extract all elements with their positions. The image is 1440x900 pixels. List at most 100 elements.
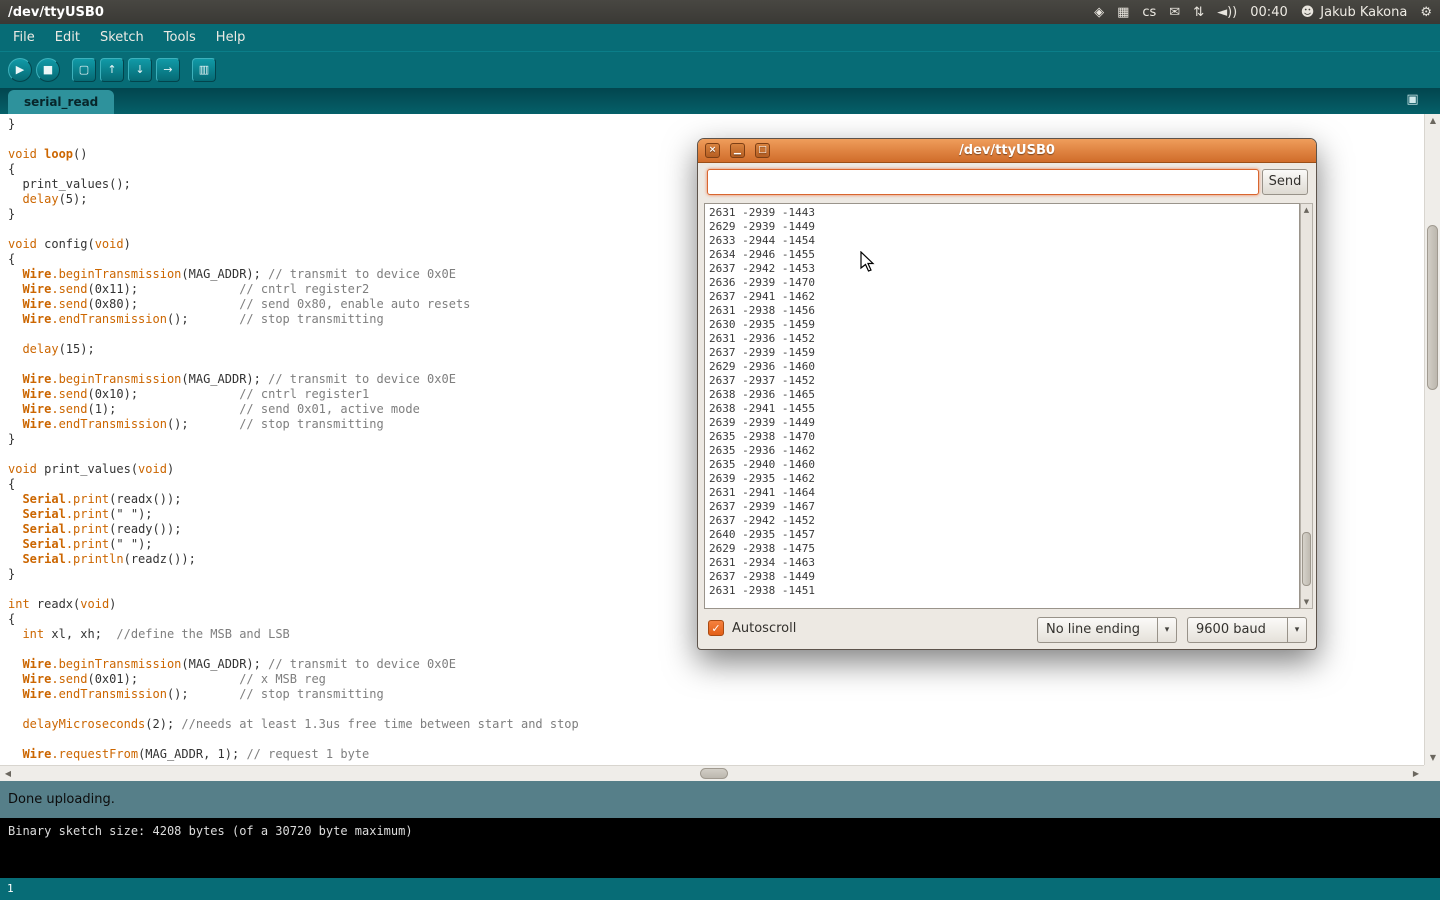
line-indicator-strip: 1: [0, 878, 1440, 900]
code-line[interactable]: Wire.endTransmission(); // stop transmit…: [8, 687, 1424, 702]
save-sketch-button[interactable]: ↓: [128, 58, 152, 82]
code-line[interactable]: [8, 732, 1424, 747]
code-line[interactable]: delayMicroseconds(2); //needs at least 1…: [8, 717, 1424, 732]
code-line[interactable]: [8, 702, 1424, 717]
serial-output-line: 2631 -2938 -1456: [709, 304, 1295, 318]
serial-output-line: 2635 -2938 -1470: [709, 430, 1295, 444]
code-line[interactable]: Wire.beginTransmission(MAG_ADDR); // tra…: [8, 657, 1424, 672]
menu-item-edit[interactable]: Edit: [46, 26, 89, 49]
close-icon[interactable]: ×: [705, 143, 720, 158]
serial-output-line: 2634 -2946 -1455: [709, 248, 1295, 262]
gear-icon[interactable]: ⚙: [1420, 5, 1432, 20]
serial-output-line: 2636 -2939 -1470: [709, 276, 1295, 290]
scroll-up-icon[interactable]: ▲: [1425, 114, 1440, 128]
serial-output-line: 2637 -2939 -1459: [709, 346, 1295, 360]
serial-send-input[interactable]: [707, 169, 1259, 195]
serial-output-line: 2639 -2939 -1449: [709, 416, 1295, 430]
toolbar: ▶■ ▢↑↓→ ▥: [0, 51, 1440, 88]
autoscroll-checkbox[interactable]: ✓: [708, 620, 724, 636]
user-menu[interactable]: Jakub Kakona: [1320, 5, 1407, 20]
serial-output-line: 2629 -2939 -1449: [709, 220, 1295, 234]
chevron-down-icon[interactable]: ▾: [1287, 617, 1307, 643]
tab-menu-icon[interactable]: ▣: [1403, 91, 1422, 110]
horizontal-scroll-thumb[interactable]: [700, 768, 728, 779]
maximize-icon[interactable]: □: [755, 143, 770, 158]
console-text: Binary sketch size: 4208 bytes (of a 307…: [8, 824, 413, 838]
volume-icon[interactable]: ◄)): [1217, 5, 1237, 20]
serial-monitor-title: /dev/ttyUSB0: [959, 143, 1055, 158]
baud-rate-value[interactable]: 9600 baud: [1187, 617, 1287, 643]
serial-output-line: 2631 -2938 -1451: [709, 584, 1295, 598]
indicator-icon[interactable]: ◈: [1094, 5, 1104, 20]
minimize-icon[interactable]: ▁: [730, 143, 745, 158]
editor-vertical-scrollbar[interactable]: ▲ ▼: [1424, 114, 1440, 765]
screen: /dev/ttyUSB0 ◈ ▦ cs ✉ ⇅ ◄)) 00:40 ☻ Jaku…: [0, 0, 1440, 900]
baud-rate-select[interactable]: 9600 baud ▾: [1187, 617, 1307, 643]
scroll-down-icon[interactable]: ▼: [1301, 596, 1312, 608]
menu-item-help[interactable]: Help: [207, 26, 255, 49]
serial-output-line: 2640 -2935 -1457: [709, 528, 1295, 542]
upload-button[interactable]: →: [156, 58, 180, 82]
verify-button[interactable]: ▶: [8, 58, 32, 82]
scroll-left-icon[interactable]: ◀: [0, 766, 16, 781]
stop-button[interactable]: ■: [36, 58, 60, 82]
serial-output-line: 2631 -2939 -1443: [709, 206, 1295, 220]
focused-window-title: /dev/ttyUSB0: [8, 5, 104, 20]
status-message: Done uploading.: [8, 792, 115, 807]
new-sketch-button[interactable]: ▢: [72, 58, 96, 82]
tab-serial-read[interactable]: serial_read: [8, 90, 114, 114]
mouse-cursor: [860, 251, 876, 273]
serial-output-line: 2631 -2936 -1452: [709, 332, 1295, 346]
menu-bar: FileEditSketchToolsHelp: [0, 24, 1440, 51]
mail-icon[interactable]: ✉: [1169, 5, 1180, 20]
line-ending-value[interactable]: No line ending: [1037, 617, 1157, 643]
serial-monitor-body: Send 2631 -2939 -14432629 -2939 -1449263…: [698, 163, 1316, 649]
scrollbar-corner: [1424, 765, 1440, 781]
serial-output-line: 2637 -2942 -1453: [709, 262, 1295, 276]
serial-monitor-titlebar[interactable]: × ▁ □ /dev/ttyUSB0: [698, 139, 1316, 163]
serial-output: 2631 -2939 -14432629 -2939 -14492633 -29…: [704, 203, 1300, 609]
serial-output-line: 2637 -2939 -1467: [709, 500, 1295, 514]
menu-item-file[interactable]: File: [4, 26, 44, 49]
open-sketch-button[interactable]: ↑: [100, 58, 124, 82]
tab-bar: serial_read ▣: [0, 88, 1440, 114]
serial-output-line: 2631 -2934 -1463: [709, 556, 1295, 570]
autoscroll-label: Autoscroll: [732, 621, 796, 636]
code-line[interactable]: Wire.send(0x01); // x MSB reg: [8, 672, 1424, 687]
serial-output-line: 2629 -2938 -1475: [709, 542, 1295, 556]
current-line-number: 1: [7, 882, 14, 895]
scroll-up-icon[interactable]: ▲: [1301, 204, 1312, 216]
menu-item-tools[interactable]: Tools: [155, 26, 205, 49]
code-line[interactable]: Wire.requestFrom(MAG_ADDR, 1); // reques…: [8, 747, 1424, 762]
serial-output-line: 2637 -2937 -1452: [709, 374, 1295, 388]
clock[interactable]: 00:40: [1250, 5, 1287, 20]
status-bar: Done uploading.: [0, 781, 1440, 818]
line-ending-select[interactable]: No line ending ▾: [1037, 617, 1177, 643]
serial-output-line: 2637 -2942 -1452: [709, 514, 1295, 528]
serial-output-line: 2637 -2938 -1449: [709, 570, 1295, 584]
serial-output-line: 2637 -2941 -1462: [709, 290, 1295, 304]
editor-horizontal-scrollbar[interactable]: ◀ ▶: [0, 765, 1424, 781]
serial-output-scrollbar[interactable]: ▲ ▼: [1300, 203, 1313, 609]
serial-output-line: 2638 -2936 -1465: [709, 388, 1295, 402]
serial-output-line: 2635 -2940 -1460: [709, 458, 1295, 472]
send-button[interactable]: Send: [1262, 169, 1308, 195]
chevron-down-icon[interactable]: ▾: [1157, 617, 1177, 643]
user-icon: ☻: [1301, 5, 1315, 20]
serial-output-line: 2629 -2936 -1460: [709, 360, 1295, 374]
vertical-scroll-thumb[interactable]: [1427, 225, 1438, 390]
serial-output-line: 2635 -2936 -1462: [709, 444, 1295, 458]
serial-monitor-window: × ▁ □ /dev/ttyUSB0 Send 2631 -2939 -1443…: [697, 138, 1317, 650]
serial-output-line: 2638 -2941 -1455: [709, 402, 1295, 416]
keyboard-icon[interactable]: ▦: [1117, 5, 1129, 20]
code-line[interactable]: }: [8, 117, 1424, 132]
console-output: Binary sketch size: 4208 bytes (of a 307…: [0, 818, 1440, 878]
sync-icon[interactable]: ⇅: [1193, 5, 1204, 20]
serial-scroll-thumb[interactable]: [1302, 532, 1311, 586]
menu-item-sketch[interactable]: Sketch: [91, 26, 153, 49]
serial-monitor-button[interactable]: ▥: [192, 58, 216, 82]
scroll-right-icon[interactable]: ▶: [1408, 766, 1424, 781]
scroll-down-icon[interactable]: ▼: [1425, 751, 1440, 765]
keyboard-layout[interactable]: cs: [1142, 5, 1156, 20]
serial-monitor-controls: ✓ Autoscroll No line ending ▾ 9600 baud …: [698, 615, 1316, 645]
